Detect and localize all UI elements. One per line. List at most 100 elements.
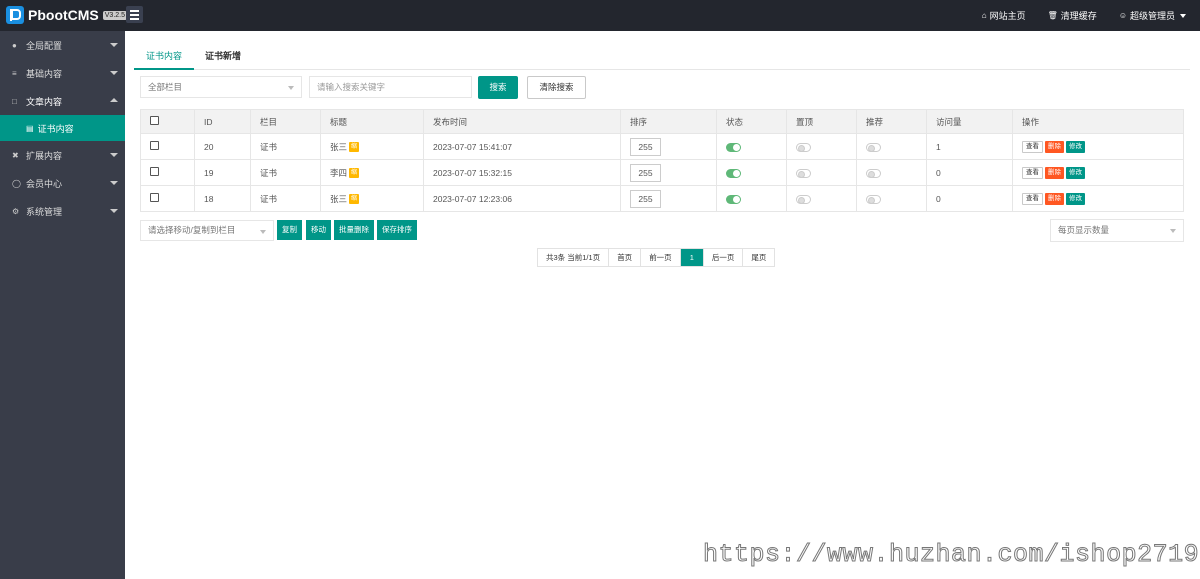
cell-id: 19 xyxy=(194,159,251,186)
cell-title: 李四 xyxy=(330,167,348,178)
current-page[interactable]: 1 xyxy=(680,249,704,266)
view-button[interactable]: 查看 xyxy=(1022,166,1043,179)
user-menu[interactable]: ☺ 超级管理员 xyxy=(1119,9,1186,22)
edit-button[interactable]: 修改 xyxy=(1066,192,1085,205)
sort-input[interactable]: 255 xyxy=(630,137,661,156)
col-sort: 排序 xyxy=(620,109,717,134)
keyword-search-input[interactable]: 请输入搜索关键字 xyxy=(309,76,472,98)
sliders-icon: ≡ xyxy=(12,68,17,78)
app-name: PbootCMS xyxy=(28,7,99,23)
file-icon: □ xyxy=(12,96,17,106)
table-row: 20 证书 张三缩 2023-07-07 15:41:07 255 1 查看 删除… xyxy=(140,133,1184,160)
col-time: 发布时间 xyxy=(423,109,621,134)
delete-button[interactable]: 删除 xyxy=(1045,140,1064,153)
trash-icon: 🗑 xyxy=(1047,11,1058,20)
cell-category: 证书 xyxy=(250,133,321,160)
clear-search-button[interactable]: 清除搜索 xyxy=(527,76,586,99)
status-toggle[interactable] xyxy=(726,168,741,178)
top-toggle[interactable] xyxy=(796,142,811,152)
site-home-label: 网站主页 xyxy=(989,11,1026,21)
sidebar-item-label: 基础内容 xyxy=(26,68,63,79)
cell-title: 张三 xyxy=(330,193,348,204)
row-checkbox[interactable] xyxy=(150,193,159,202)
home-icon: ⌂ xyxy=(981,11,987,20)
view-button[interactable]: 查看 xyxy=(1022,140,1043,153)
edit-button[interactable]: 修改 xyxy=(1066,140,1085,153)
last-page-button[interactable]: 尾页 xyxy=(743,249,775,266)
sidebar-item-article-content[interactable]: □ 文章内容 xyxy=(0,87,125,115)
app-logo[interactable]: PbootCMS V3.2.5 xyxy=(6,6,128,24)
sidebar-item-system[interactable]: ⚙ 系统管理 xyxy=(0,197,125,225)
sidebar: ● 全局配置 ≡ 基础内容 □ 文章内容 ▤ 证书内容 ✖ 扩展内容 ◯ 会员中… xyxy=(0,31,125,579)
sidebar-subitem-label: 证书内容 xyxy=(37,123,74,134)
batch-delete-button[interactable]: 批量删除 xyxy=(334,220,374,240)
first-page-button[interactable]: 首页 xyxy=(609,249,642,266)
tab-certificate-add[interactable]: 证书新增 xyxy=(198,46,248,70)
recommend-toggle[interactable] xyxy=(866,142,881,152)
caret-down-icon xyxy=(110,181,118,185)
cell-id: 20 xyxy=(194,133,251,160)
clear-cache-link[interactable]: 🗑 清理缓存 xyxy=(1048,9,1097,22)
pboot-logo-icon xyxy=(6,6,24,24)
save-sort-button[interactable]: 保存排序 xyxy=(377,220,417,240)
table-row: 18 证书 张三缩 2023-07-07 12:23:06 255 0 查看 删除… xyxy=(140,185,1184,212)
delete-button[interactable]: 删除 xyxy=(1045,166,1064,179)
top-toggle[interactable] xyxy=(796,168,811,178)
sidebar-item-label: 扩展内容 xyxy=(26,150,63,161)
clear-cache-label: 清理缓存 xyxy=(1060,11,1097,21)
file-text-icon: ▤ xyxy=(26,123,34,133)
user-name: 超级管理员 xyxy=(1129,11,1175,21)
pagination-summary: 共3条 当前1/1页 xyxy=(538,249,610,266)
cell-time: 2023-07-07 12:23:06 xyxy=(423,185,621,212)
move-copy-select-value: 请选择移动/复制到栏目 xyxy=(148,225,236,235)
tab-bar: 证书内容 证书新增 xyxy=(134,46,1190,70)
cell-views: 0 xyxy=(926,159,1013,186)
thumbnail-badge: 缩 xyxy=(349,142,360,153)
caret-down-icon xyxy=(110,71,118,75)
cell-title: 张三 xyxy=(330,141,348,152)
page-size-select[interactable]: 每页显示数量 xyxy=(1050,219,1184,242)
delete-button[interactable]: 删除 xyxy=(1045,192,1064,205)
category-select[interactable]: 全部栏目 xyxy=(140,76,302,98)
col-id: ID xyxy=(194,109,251,134)
row-checkbox[interactable] xyxy=(150,141,159,150)
menu-toggle-button[interactable] xyxy=(126,6,143,23)
recommend-toggle[interactable] xyxy=(866,194,881,204)
sort-input[interactable]: 255 xyxy=(630,163,661,182)
col-status: 状态 xyxy=(716,109,787,134)
site-home-link[interactable]: ⌂ 网站主页 xyxy=(982,9,1026,22)
sort-input[interactable]: 255 xyxy=(630,189,661,208)
caret-down-icon xyxy=(288,86,294,90)
sidebar-item-global-config[interactable]: ● 全局配置 xyxy=(0,31,125,59)
status-toggle[interactable] xyxy=(726,194,741,204)
cell-views: 0 xyxy=(926,185,1013,212)
search-button[interactable]: 搜索 xyxy=(478,76,518,99)
copy-button[interactable]: 复制 xyxy=(277,220,302,240)
sidebar-item-extend-content[interactable]: ✖ 扩展内容 xyxy=(0,141,125,169)
col-top: 置顶 xyxy=(786,109,857,134)
col-recommend: 推荐 xyxy=(856,109,927,134)
row-checkbox[interactable] xyxy=(150,167,159,176)
sidebar-item-basic-content[interactable]: ≡ 基础内容 xyxy=(0,59,125,87)
sidebar-item-member-center[interactable]: ◯ 会员中心 xyxy=(0,169,125,197)
move-copy-category-select[interactable]: 请选择移动/复制到栏目 xyxy=(140,220,274,241)
tab-certificate-content[interactable]: 证书内容 xyxy=(134,46,194,70)
select-all-checkbox[interactable] xyxy=(150,116,159,125)
caret-down-icon xyxy=(110,43,118,47)
move-button[interactable]: 移动 xyxy=(306,220,331,240)
sidebar-item-label: 全局配置 xyxy=(26,40,63,51)
user-icon: ◯ xyxy=(12,178,21,188)
edit-button[interactable]: 修改 xyxy=(1066,166,1085,179)
next-page-button[interactable]: 后一页 xyxy=(703,249,744,266)
caret-down-icon xyxy=(110,153,118,157)
thumbnail-badge: 缩 xyxy=(349,194,360,205)
prev-page-button[interactable]: 前一页 xyxy=(641,249,681,266)
main-content: 证书内容 证书新增 全部栏目 请输入搜索关键字 搜索 清除搜索 ID 栏目 标题… xyxy=(125,31,1200,579)
status-toggle[interactable] xyxy=(726,142,741,152)
top-toggle[interactable] xyxy=(796,194,811,204)
recommend-toggle[interactable] xyxy=(866,168,881,178)
view-button[interactable]: 查看 xyxy=(1022,192,1043,205)
table-row: 19 证书 李四缩 2023-07-07 15:32:15 255 0 查看 删除… xyxy=(140,159,1184,186)
sidebar-subitem-certificate-content[interactable]: ▤ 证书内容 xyxy=(0,115,125,141)
caret-up-icon xyxy=(110,98,118,102)
